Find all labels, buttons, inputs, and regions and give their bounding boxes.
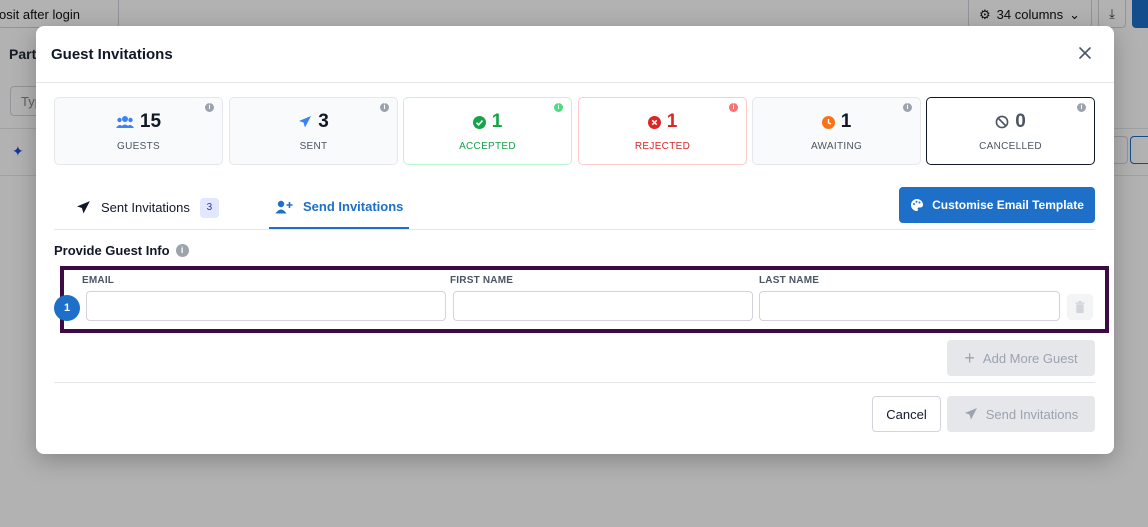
ban-icon bbox=[995, 115, 1009, 129]
close-icon bbox=[1079, 47, 1091, 59]
stat-label: GUESTS bbox=[117, 141, 160, 152]
stat-value: 15 bbox=[139, 111, 162, 132]
customise-button-label: Customise Email Template bbox=[932, 198, 1084, 212]
paper-plane-icon bbox=[964, 408, 977, 420]
check-circle-icon bbox=[472, 115, 486, 129]
stat-label: SENT bbox=[299, 141, 328, 152]
palette-icon bbox=[911, 199, 924, 211]
plus-icon: + bbox=[964, 348, 975, 368]
clock-icon bbox=[821, 115, 835, 129]
sent-count-badge: 3 bbox=[199, 197, 219, 218]
send-label: Send Invitations bbox=[985, 406, 1079, 422]
tab-sent-invitations[interactable]: Sent Invitations 3 bbox=[76, 186, 219, 229]
delete-row-button[interactable] bbox=[1067, 294, 1093, 320]
row-number-badge: 1 bbox=[54, 295, 80, 321]
tab-send-invitations[interactable]: Send Invitations bbox=[269, 186, 410, 229]
users-icon bbox=[115, 116, 134, 128]
email-field[interactable] bbox=[86, 291, 446, 321]
stat-card-accepted[interactable]: i 1 ACCEPTED bbox=[403, 97, 572, 165]
paper-plane-icon bbox=[77, 201, 90, 214]
add-more-label: Add More Guest bbox=[982, 350, 1078, 366]
tab-label: Sent Invitations bbox=[101, 200, 190, 215]
x-circle-icon bbox=[647, 115, 661, 129]
trash-icon bbox=[1075, 301, 1085, 313]
stat-label: REJECTED bbox=[634, 141, 691, 152]
last-name-field[interactable] bbox=[759, 291, 1060, 321]
stat-card-awaiting[interactable]: i 1 AWAITING bbox=[752, 97, 921, 165]
stats-bar: i 15 GUESTS i 3 SENT i 1 ACCEPTED i 1 RE… bbox=[54, 97, 1095, 165]
tab-label: Send Invitations bbox=[303, 199, 404, 214]
guest-info-heading: Provide Guest Info i bbox=[54, 243, 189, 258]
stat-label: AWAITING bbox=[810, 141, 863, 152]
close-button[interactable] bbox=[1076, 44, 1094, 62]
info-icon[interactable]: i bbox=[175, 244, 189, 257]
email-column-label: EMAIL bbox=[82, 275, 115, 286]
stat-value: 0 bbox=[1015, 111, 1026, 132]
modal-header: Guest Invitations bbox=[36, 26, 1114, 83]
guest-info-text: Provide Guest Info bbox=[54, 243, 170, 258]
first-name-field[interactable] bbox=[453, 291, 753, 321]
stat-value: 1 bbox=[491, 111, 503, 132]
stat-value: 1 bbox=[666, 111, 678, 132]
guest-invitations-modal: Guest Invitations i 15 GUESTS i 3 SENT i… bbox=[36, 26, 1114, 454]
stat-label: ACCEPTED bbox=[459, 141, 516, 152]
cancel-button[interactable]: Cancel bbox=[872, 396, 941, 432]
stat-value: 3 bbox=[318, 111, 329, 132]
add-more-guest-button[interactable]: + Add More Guest bbox=[947, 340, 1095, 376]
cancel-label: Cancel bbox=[886, 406, 927, 422]
footer-divider bbox=[54, 382, 1095, 383]
user-plus-icon bbox=[275, 200, 293, 213]
first-name-column-label: FIRST NAME bbox=[450, 275, 514, 286]
stat-card-rejected[interactable]: i 1 REJECTED bbox=[578, 97, 747, 165]
paper-plane-icon bbox=[299, 116, 312, 128]
customise-email-template-button[interactable]: Customise Email Template bbox=[899, 187, 1095, 223]
stat-card-guests[interactable]: i 15 GUESTS bbox=[54, 97, 223, 165]
last-name-column-label: LAST NAME bbox=[759, 275, 820, 286]
stat-card-sent[interactable]: i 3 SENT bbox=[229, 97, 398, 165]
send-invitations-button[interactable]: Send Invitations bbox=[947, 396, 1095, 432]
stat-value: 1 bbox=[840, 111, 852, 132]
stat-label: CANCELLED bbox=[979, 141, 1042, 152]
stat-card-cancelled[interactable]: i 0 CANCELLED bbox=[926, 97, 1095, 165]
modal-title: Guest Invitations bbox=[51, 46, 173, 63]
